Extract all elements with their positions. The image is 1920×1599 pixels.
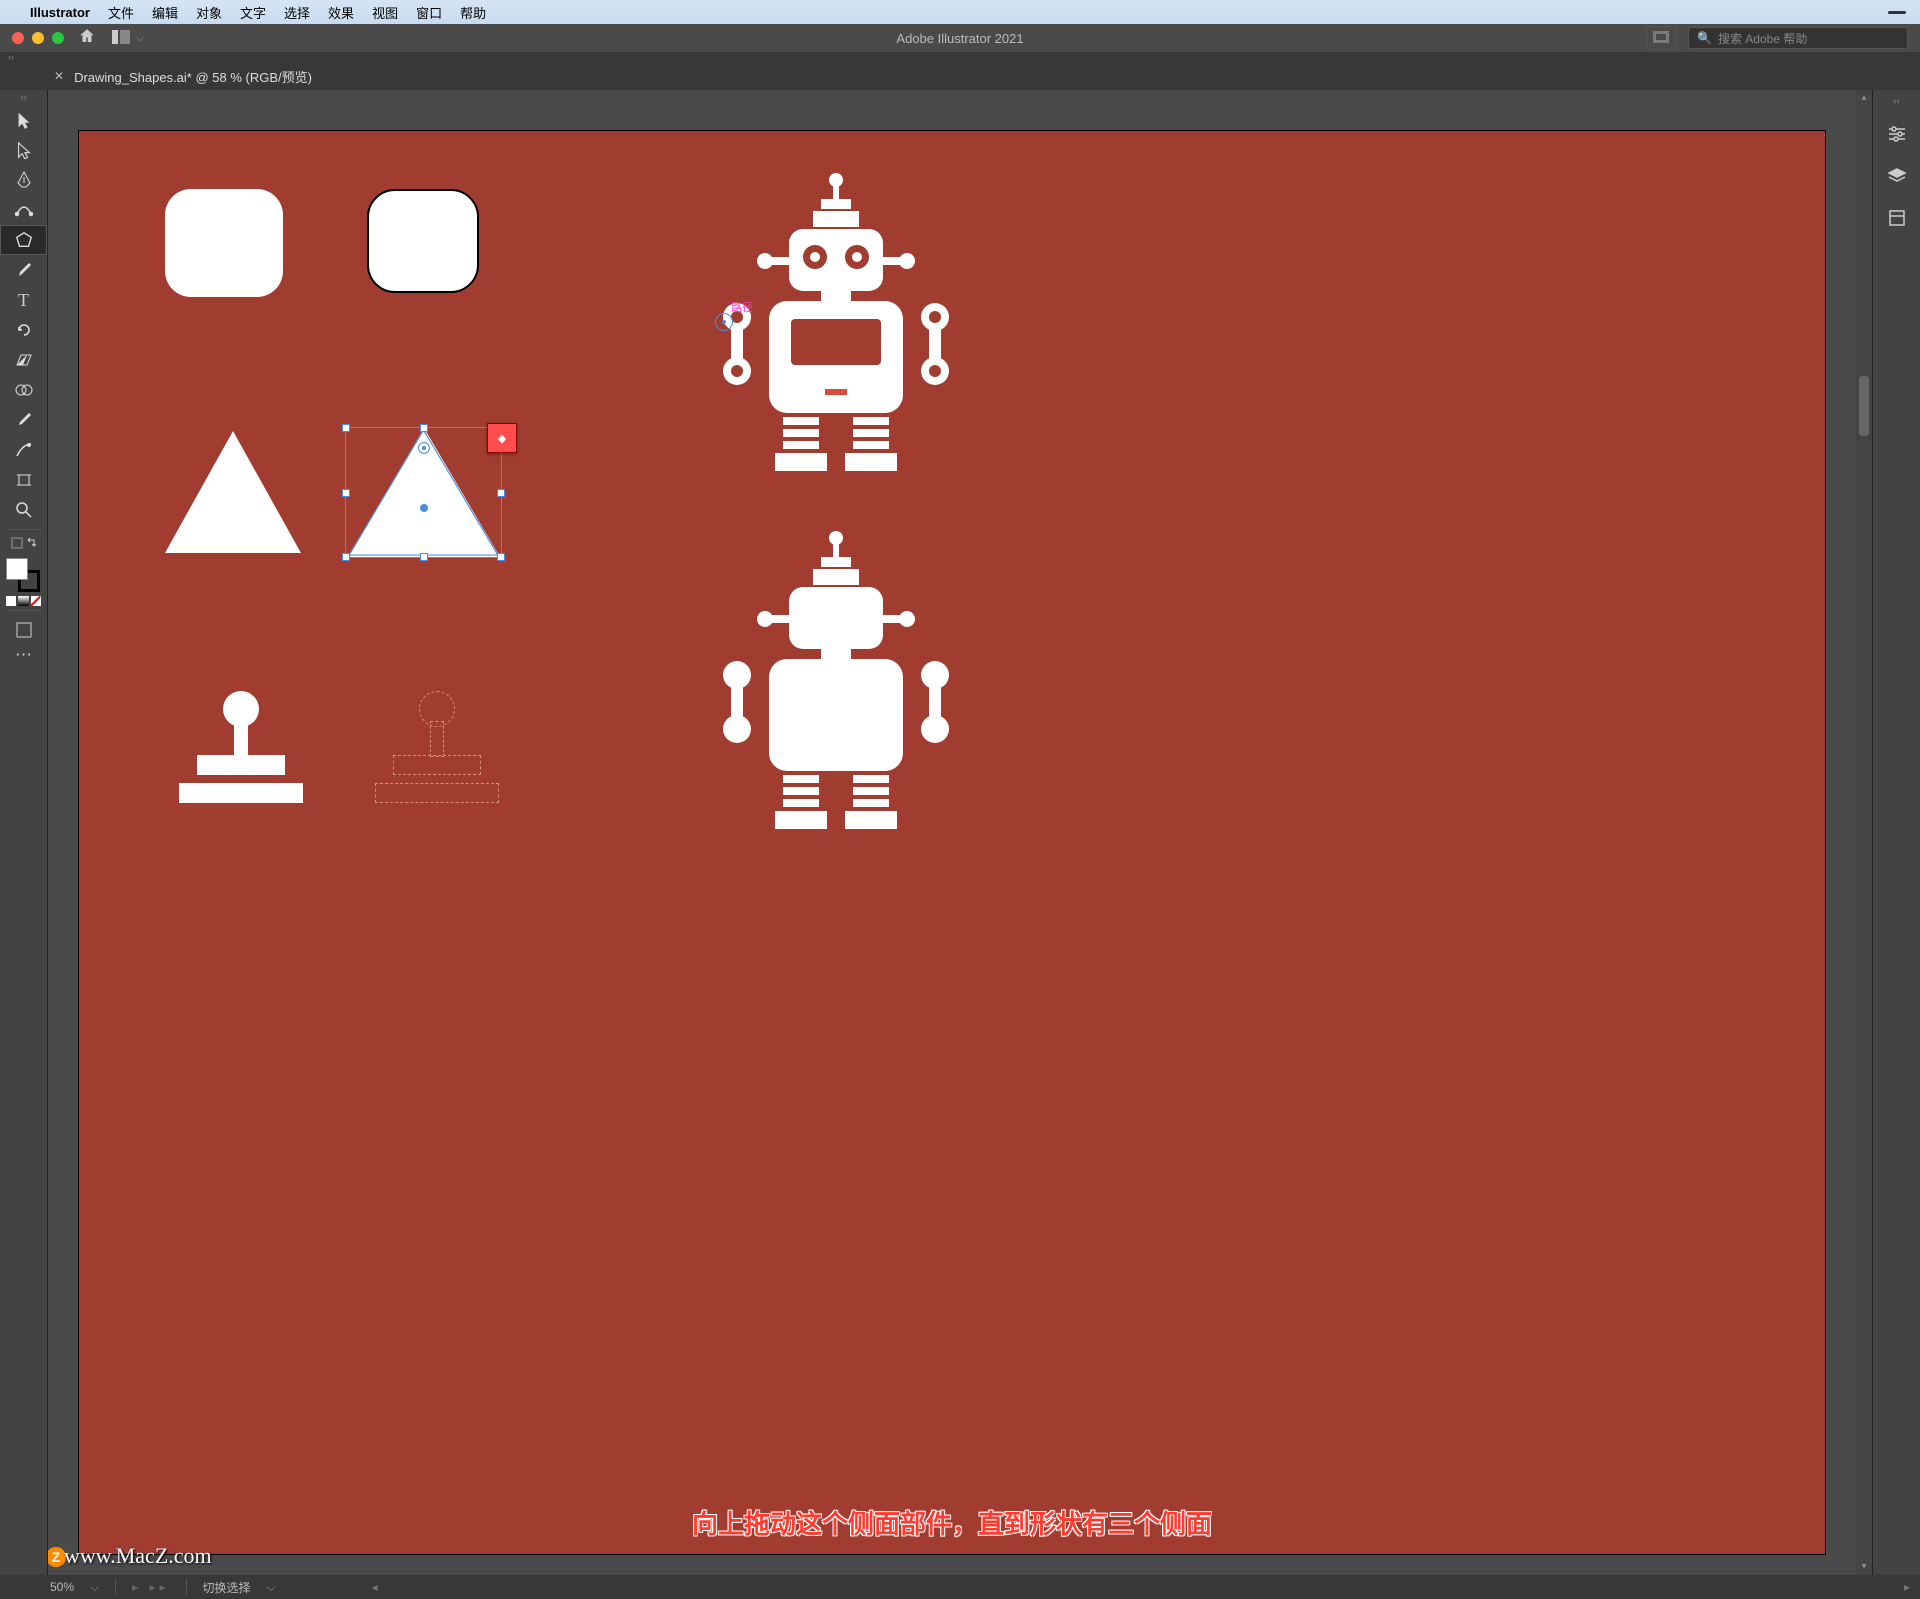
artboard-prev-icon[interactable]: ◂ <box>372 1580 378 1594</box>
robot-shape[interactable] <box>699 173 979 493</box>
eyedropper-tool[interactable] <box>0 405 47 435</box>
rotate-tool[interactable] <box>0 315 47 345</box>
canvas-area: 路径 <box>48 90 1872 1575</box>
menu-select[interactable]: 选择 <box>284 3 310 22</box>
document-tab[interactable]: ✕ Drawing_Shapes.ai* @ 58 % (RGB/预览) <box>54 67 312 86</box>
gradient-tool[interactable] <box>0 435 47 465</box>
artboard[interactable]: 路径 <box>78 130 1826 1555</box>
scroll-down-icon[interactable]: ▾ <box>1856 1559 1872 1575</box>
layers-panel-icon[interactable] <box>1873 161 1920 191</box>
fill-swatch[interactable] <box>6 558 28 580</box>
search-placeholder: 搜索 Adobe 帮助 <box>1718 30 1807 47</box>
window-titlebar: ⌵ Adobe Illustrator 2021 🔍 搜索 Adobe 帮助 <box>0 24 1920 52</box>
fill-stroke-swap[interactable] <box>0 534 47 554</box>
help-search-input[interactable]: 🔍 搜索 Adobe 帮助 <box>1688 27 1908 49</box>
dock-collapse-icon[interactable]: ‹‹ <box>1873 96 1920 107</box>
window-title: Adobe Illustrator 2021 <box>896 31 1023 46</box>
instruction-caption: 向上拖动这个侧面部件，直到形状有三个侧面 <box>692 1504 1212 1541</box>
pen-tool[interactable] <box>0 165 47 195</box>
home-icon[interactable] <box>78 27 96 50</box>
polygon-sides-widget[interactable] <box>487 423 517 453</box>
document-tab-title: Drawing_Shapes.ai* @ 58 % (RGB/预览) <box>74 67 312 86</box>
minimize-window-button[interactable] <box>32 32 44 44</box>
eraser-tool[interactable] <box>0 345 47 375</box>
direct-selection-tool[interactable] <box>0 135 47 165</box>
triangle-white[interactable] <box>165 431 301 553</box>
tools-panel: ›› T ⋯ <box>0 90 48 1575</box>
edit-toolbar[interactable]: ⋯ <box>0 645 47 665</box>
color-mode-solid[interactable] <box>6 596 16 606</box>
menu-help[interactable]: 帮助 <box>460 3 486 22</box>
document-tab-strip: ✕ Drawing_Shapes.ai* @ 58 % (RGB/预览) <box>0 62 1920 90</box>
selection-bounding-box[interactable] <box>345 427 502 558</box>
traffic-lights <box>12 32 64 44</box>
search-icon: 🔍 <box>1697 31 1712 45</box>
joystick-shape[interactable] <box>171 691 311 821</box>
path-label: 路径 <box>731 299 753 315</box>
menubar-extras-icon[interactable] <box>1888 11 1906 14</box>
libraries-panel-icon[interactable] <box>1873 203 1920 233</box>
artboard-tool[interactable] <box>0 465 47 495</box>
status-bar: 50% ⌵ ▸ ▸▸ 切换选择 ⌵ ◂ ▸ <box>0 1575 1920 1599</box>
right-panel-dock: ‹‹ <box>1872 90 1920 1575</box>
robot-outline[interactable] <box>699 531 979 851</box>
color-mode-gradient[interactable] <box>18 596 28 606</box>
arrange-documents-icon[interactable] <box>1646 26 1676 50</box>
menu-type[interactable]: 文字 <box>240 3 266 22</box>
app-menu[interactable]: Illustrator <box>30 5 90 20</box>
rounded-square-stroked[interactable] <box>367 189 479 293</box>
color-mode-row[interactable] <box>0 596 47 606</box>
menu-object[interactable]: 对象 <box>196 3 222 22</box>
properties-panel-icon[interactable] <box>1873 119 1920 149</box>
artboard-next-icon[interactable]: ▸ <box>1904 1580 1910 1594</box>
draw-mode-normal[interactable] <box>0 615 47 645</box>
vertical-scrollbar[interactable]: ▴ ▾ <box>1856 90 1872 1575</box>
status-dropdown-icon[interactable]: ⌵ <box>267 1580 276 1595</box>
polygon-tool[interactable] <box>0 225 47 255</box>
maximize-window-button[interactable] <box>52 32 64 44</box>
zoom-dropdown-icon[interactable]: ⌵ <box>90 1580 99 1595</box>
macos-menubar: Illustrator 文件 编辑 对象 文字 选择 效果 视图 窗口 帮助 <box>0 0 1920 24</box>
menu-view[interactable]: 视图 <box>372 3 398 22</box>
tools-collapse-icon[interactable]: ›› <box>0 90 47 105</box>
shape-builder-tool[interactable] <box>0 375 47 405</box>
artboard-nav[interactable]: ▸ ▸▸ <box>132 1580 169 1594</box>
workspace-layout-icon[interactable] <box>112 30 130 47</box>
color-mode-none[interactable] <box>31 596 41 606</box>
selection-tool[interactable] <box>0 105 47 135</box>
menu-edit[interactable]: 编辑 <box>152 3 178 22</box>
menu-window[interactable]: 窗口 <box>416 3 442 22</box>
scroll-up-icon[interactable]: ▴ <box>1856 90 1872 106</box>
curvature-tool[interactable] <box>0 195 47 225</box>
close-window-button[interactable] <box>12 32 24 44</box>
paintbrush-tool[interactable] <box>0 255 47 285</box>
close-tab-icon[interactable]: ✕ <box>54 69 64 83</box>
joystick-outline[interactable] <box>367 691 507 821</box>
type-tool[interactable]: T <box>0 285 47 315</box>
scrollbar-thumb[interactable] <box>1859 376 1869 436</box>
watermark-text: www.MacZ.com <box>64 1543 212 1569</box>
workspace-dropdown-icon[interactable]: ⌵ <box>136 33 144 44</box>
fill-stroke-swatches[interactable] <box>0 554 47 596</box>
anchor-point-indicator <box>715 313 733 331</box>
rounded-square-white[interactable] <box>165 189 283 297</box>
menu-effect[interactable]: 效果 <box>328 3 354 22</box>
menu-file[interactable]: 文件 <box>108 3 134 22</box>
status-label: 切换选择 <box>203 1579 251 1596</box>
control-strip: ›› <box>0 52 1920 62</box>
zoom-level[interactable]: 50% <box>10 1580 74 1594</box>
zoom-tool[interactable] <box>0 495 47 525</box>
